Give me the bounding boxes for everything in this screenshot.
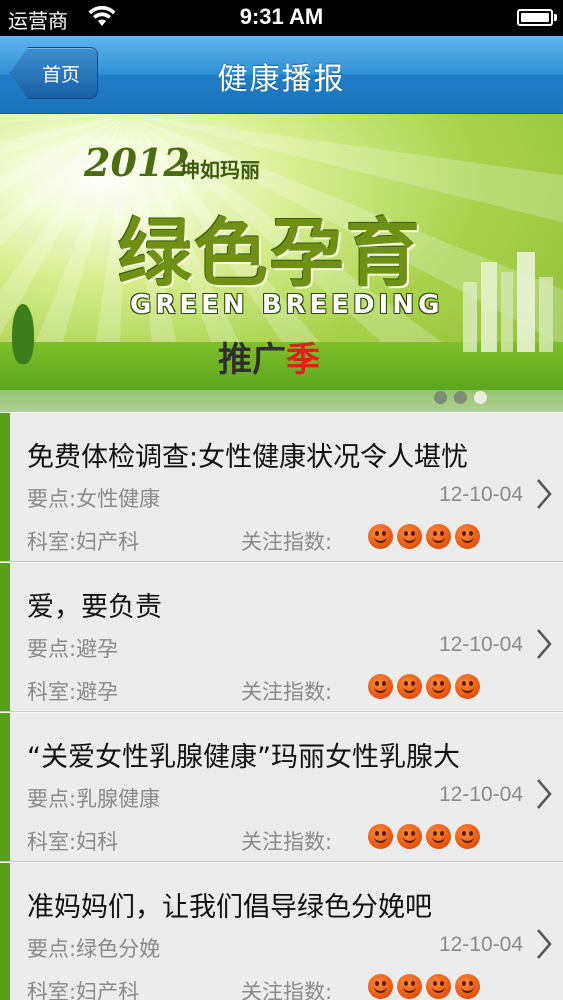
dept-value: 妇产科: [76, 980, 140, 1000]
item-key-point: 要点:绿色分娩: [27, 933, 160, 963]
key-label: 要点:: [27, 937, 77, 961]
attention-label: 关注指数:: [241, 980, 333, 1000]
dept-label: 科室:: [27, 980, 77, 1000]
city-skyline-icon: [463, 252, 553, 352]
banner-promo: 推广季: [218, 332, 320, 381]
attention-rating: [368, 674, 480, 699]
item-department: 科室:妇产科: [27, 526, 139, 556]
dept-label: 科室:: [27, 530, 77, 554]
smiley-icon: [368, 824, 393, 849]
clock: 9:31 AM: [239, 4, 324, 29]
banner-subtitle: GREEN BREEDING: [130, 290, 444, 320]
item-date: 12-10-04: [438, 633, 523, 656]
smiley-icon: [455, 674, 480, 699]
item-key-point: 要点:乳腺健康: [27, 783, 160, 813]
item-title: “关爱女性乳腺健康”玛丽女性乳腺大: [27, 742, 460, 773]
item-date: 12-10-04: [438, 933, 523, 956]
smiley-icon: [455, 524, 480, 549]
attention-label: 关注指数:: [241, 680, 333, 704]
news-list: 免费体检调查:女性健康状况令人堪忧 要点:女性健康 12-10-04 科室:妇产…: [0, 412, 563, 1000]
banner-promo-main: 推广: [218, 340, 286, 380]
item-title: 爱，要负责: [27, 592, 162, 623]
key-label: 要点:: [27, 487, 77, 511]
smiley-icon: [455, 974, 480, 999]
item-key-point: 要点:女性健康: [27, 483, 160, 513]
attention-label: 关注指数:: [241, 530, 333, 554]
item-date: 12-10-04: [438, 783, 523, 806]
chevron-right-icon: [537, 929, 552, 959]
attention-label: 关注指数:: [241, 830, 333, 854]
dept-label: 科室:: [27, 830, 77, 854]
status-bar: 运营商 9:31 AM: [0, 0, 563, 36]
item-key-point: 要点:避孕: [27, 633, 118, 663]
smiley-icon: [426, 824, 451, 849]
page-indicator[interactable]: [434, 391, 487, 404]
list-item[interactable]: 准妈妈们，让我们倡导绿色分娩吧 要点:绿色分娩 12-10-04 科室:妇产科 …: [0, 862, 563, 1000]
item-title: 免费体检调查:女性健康状况令人堪忧: [27, 442, 469, 473]
dept-value: 妇产科: [76, 530, 140, 554]
attention-rating: [368, 524, 480, 549]
promo-banner[interactable]: 2012 坤如玛丽 绿色孕育 GREEN BREEDING 推广季: [0, 114, 563, 412]
item-date: 12-10-04: [438, 483, 523, 506]
smiley-icon: [397, 524, 422, 549]
smiley-icon: [397, 824, 422, 849]
banner-promo-highlight: 季: [286, 340, 320, 380]
page-dot[interactable]: [434, 391, 447, 404]
banner-brand: 坤如玛丽: [180, 158, 260, 182]
attention-rating: [368, 824, 480, 849]
key-value: 避孕: [76, 637, 119, 661]
dept-label: 科室:: [27, 680, 77, 704]
chevron-right-icon: [537, 479, 552, 509]
attention-rating: [368, 974, 480, 999]
page-dot[interactable]: [454, 391, 467, 404]
item-accent-bar: [0, 413, 10, 561]
banner-year: 2012: [84, 140, 190, 185]
chevron-right-icon: [537, 779, 552, 809]
page-dot-active[interactable]: [474, 391, 487, 404]
dept-value: 妇科: [76, 830, 119, 854]
smiley-icon: [368, 974, 393, 999]
list-item[interactable]: 爱，要负责 要点:避孕 12-10-04 科室:避孕 关注指数:: [0, 562, 563, 712]
smiley-icon: [426, 674, 451, 699]
item-accent-bar: [0, 863, 10, 1000]
item-accent-bar: [0, 713, 10, 861]
item-department: 科室:妇产科: [27, 976, 139, 1000]
smiley-icon: [397, 974, 422, 999]
dept-value: 避孕: [76, 680, 119, 704]
key-label: 要点:: [27, 637, 77, 661]
app-screen: 运营商 9:31 AM 首页 健康播报 2012 坤如玛丽 绿色孕育 GREEN…: [0, 0, 563, 1000]
smiley-icon: [426, 974, 451, 999]
chevron-right-icon: [537, 629, 552, 659]
item-department: 科室:避孕: [27, 676, 118, 706]
banner-headline: 绿色孕育: [118, 211, 422, 297]
list-item[interactable]: 免费体检调查:女性健康状况令人堪忧 要点:女性健康 12-10-04 科室:妇产…: [0, 412, 563, 562]
key-value: 绿色分娩: [76, 937, 161, 961]
navigation-bar: 首页 健康播报: [0, 36, 563, 114]
key-value: 女性健康: [76, 487, 161, 511]
battery-icon: [517, 9, 557, 26]
key-value: 乳腺健康: [76, 787, 161, 811]
key-label: 要点:: [27, 787, 77, 811]
page-title: 健康播报: [217, 62, 346, 97]
item-title: 准妈妈们，让我们倡导绿色分娩吧: [27, 892, 432, 923]
smiley-icon: [426, 524, 451, 549]
tree-icon: [12, 304, 34, 364]
smiley-icon: [368, 524, 393, 549]
smiley-icon: [455, 824, 480, 849]
smiley-icon: [368, 674, 393, 699]
item-department: 科室:妇科: [27, 826, 118, 856]
item-accent-bar: [0, 563, 10, 711]
smiley-icon: [397, 674, 422, 699]
list-item[interactable]: “关爱女性乳腺健康”玛丽女性乳腺大 要点:乳腺健康 12-10-04 科室:妇科…: [0, 712, 563, 862]
